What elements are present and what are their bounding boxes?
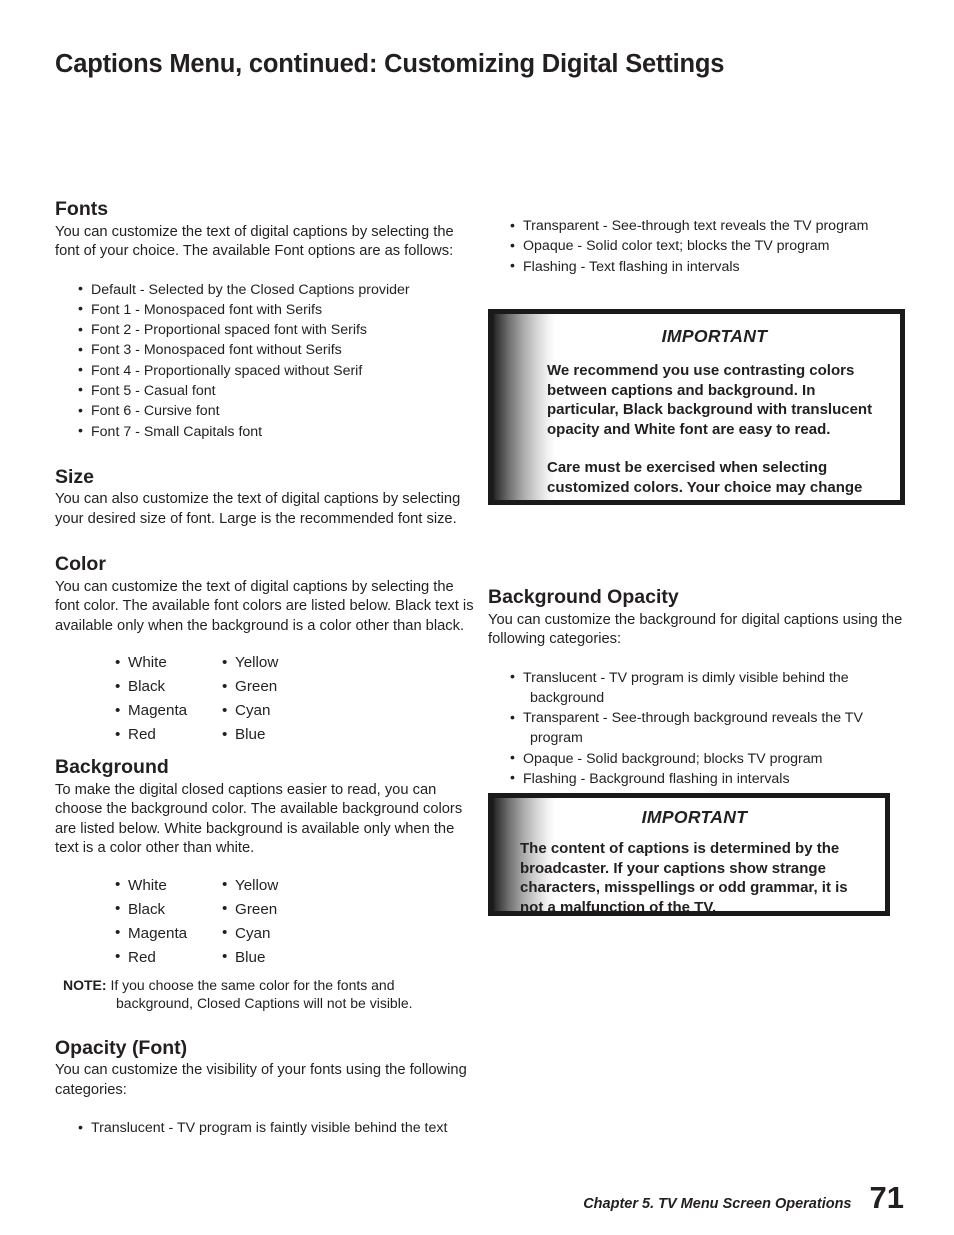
section-body-opacity-font: You can customize the visibility of your… — [55, 1062, 467, 1098]
list-item-main: Transparent - See-through background rev… — [523, 710, 863, 727]
section-heading-background: Background — [55, 756, 169, 779]
section-body-size: You can also customize the text of digit… — [55, 491, 461, 527]
page-footer: Chapter 5. TV Menu Screen Operations 71 — [583, 1182, 904, 1213]
color-row: White Yellow — [115, 873, 475, 898]
color-item: Red — [115, 723, 222, 747]
section-body-background-opacity: You can customize the background for dig… — [488, 611, 903, 648]
list-item-continuation: program — [530, 730, 583, 747]
section-body-color: You can customize the text of digital ca… — [55, 578, 474, 634]
color-item: Cyan — [222, 921, 270, 946]
list-item: Font 1 - Monospaced font with Serifs — [78, 299, 475, 320]
color-row: Magenta Cyan — [115, 699, 475, 723]
list-item: Font 5 - Casual font — [78, 380, 475, 401]
color-item: Cyan — [222, 699, 270, 723]
list-item-main: Translucent - TV program is dimly visibl… — [523, 669, 849, 686]
list-item: Transparent - See-through background rev… — [510, 708, 913, 749]
list-item: Transparent - See-through text reveals t… — [510, 215, 913, 236]
background-color-list: White Yellow Black Green Magenta Cyan Re… — [115, 873, 475, 970]
fonts-option-list: Default - Selected by the Closed Caption… — [78, 279, 475, 442]
list-item: Font 7 - Small Capitals font — [78, 421, 475, 442]
important-title: IMPORTANT — [641, 807, 748, 827]
page-title: Captions Menu, continued: Customizing Di… — [55, 50, 725, 78]
important-title: IMPORTANT — [661, 326, 768, 346]
important-paragraph: Care must be exercised when selecting cu… — [547, 459, 863, 500]
color-item: Blue — [222, 723, 265, 747]
color-item: Yellow — [222, 873, 278, 898]
font-color-list: White Yellow Black Green Magenta Cyan Re… — [115, 651, 475, 747]
note-label: NOTE: — [63, 976, 107, 993]
document-page: Captions Menu, continued: Customizing Di… — [0, 0, 954, 1235]
section-body-fonts: You can customize the text of digital ca… — [55, 223, 454, 260]
list-item: Font 6 - Cursive font — [78, 401, 475, 422]
section-heading-background-opacity: Background Opacity — [488, 586, 679, 608]
background-opacity-section: Background Opacity You can customize the… — [488, 586, 913, 790]
list-item: Font 3 - Monospaced font without Serifs — [78, 340, 475, 361]
color-item: White — [115, 651, 222, 675]
opacity-font-option-list-continued: Transparent - See-through text reveals t… — [510, 215, 913, 277]
list-item: Translucent - TV program is dimly visibl… — [510, 667, 913, 709]
color-item: Green — [222, 675, 277, 699]
color-row: Black Green — [115, 897, 475, 922]
important-callout-box-2: IMPORTANT The content of captions is det… — [488, 793, 890, 916]
color-row: Red Blue — [115, 945, 475, 970]
color-item: Magenta — [115, 699, 222, 723]
list-item: Font 2 - Proportional spaced font with S… — [78, 320, 475, 341]
list-item: Opaque - Solid color text; blocks the TV… — [510, 236, 913, 257]
list-item: Flashing - Background flashing in interv… — [510, 768, 913, 789]
section-heading-size: Size — [55, 465, 95, 488]
note-block: NOTE: If you choose the same color for t… — [63, 976, 475, 1013]
section-body-background: To make the digital closed captions easi… — [55, 781, 463, 857]
important-paragraph: The content of captions is determined by… — [520, 840, 848, 916]
color-item: Black — [115, 897, 222, 922]
list-item: Opaque - Solid background; blocks TV pro… — [510, 748, 913, 769]
important-callout-box-1: IMPORTANT We recommend you use contrasti… — [488, 309, 905, 505]
color-item: Yellow — [222, 651, 278, 675]
left-column: Fonts You can customize the text of digi… — [55, 198, 475, 1139]
background-opacity-option-list: Translucent - TV program is dimly visibl… — [510, 667, 913, 790]
color-item: Red — [115, 945, 222, 970]
list-item-continuation: background — [530, 689, 605, 706]
color-row: Magenta Cyan — [115, 921, 475, 946]
color-item: Magenta — [115, 921, 222, 946]
opacity-font-option-list: Translucent - TV program is faintly visi… — [78, 1118, 475, 1139]
important-box-content: IMPORTANT We recommend you use contrasti… — [493, 314, 900, 500]
important-box-content: IMPORTANT The content of captions is det… — [493, 798, 885, 916]
footer-page-number: 71 — [869, 1180, 904, 1215]
color-row: Red Blue — [115, 723, 475, 747]
color-row: Black Green — [115, 675, 475, 699]
footer-chapter-label: Chapter 5. TV Menu Screen Operations — [583, 1196, 852, 1212]
color-item: White — [115, 873, 222, 898]
color-item: Blue — [222, 945, 265, 970]
section-heading-opacity-font: Opacity (Font) — [55, 1036, 188, 1059]
list-item: Default - Selected by the Closed Caption… — [78, 279, 475, 300]
list-item: Translucent - TV program is faintly visi… — [78, 1118, 475, 1139]
list-item: Flashing - Text flashing in intervals — [510, 256, 913, 277]
note-text: If you choose the same color for the fon… — [110, 976, 413, 1012]
list-item: Font 4 - Proportionally spaced without S… — [78, 360, 475, 381]
right-column: Transparent - See-through text reveals t… — [488, 215, 913, 277]
color-item: Green — [222, 897, 277, 922]
color-item: Black — [115, 675, 222, 699]
section-heading-color: Color — [55, 553, 106, 576]
color-row: White Yellow — [115, 651, 475, 675]
important-paragraph: We recommend you use contrasting colors … — [547, 362, 873, 438]
section-heading-fonts: Fonts — [55, 198, 109, 220]
